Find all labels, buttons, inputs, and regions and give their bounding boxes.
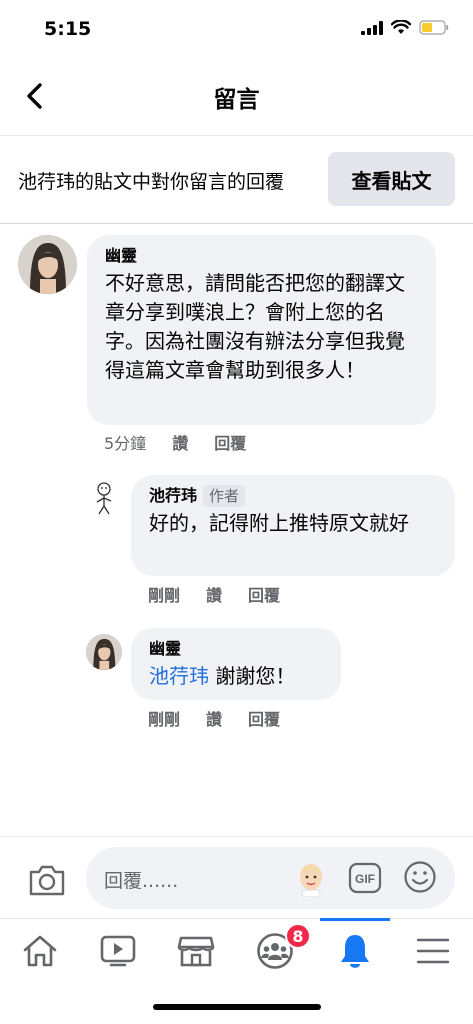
page-title: 留言 [213, 87, 260, 113]
reply-placeholder: 回覆...... [104, 870, 179, 892]
comment-author[interactable]: 池荇玮 [149, 486, 197, 505]
status-time: 5:15 [44, 18, 92, 40]
mention-link[interactable]: 池荇玮 [149, 664, 209, 688]
comment-text-row: 池荇玮 謝謝您！ [149, 662, 325, 691]
svg-text:GIF: GIF [355, 872, 375, 886]
comment-bubble[interactable]: 池荇玮 作者 好的，記得附上推特原文就好 [131, 475, 455, 576]
like-button[interactable]: 讚 [172, 430, 188, 454]
reply-bar: 回覆...... GIF [0, 836, 473, 918]
avatar-sticker-icon[interactable] [294, 859, 328, 898]
tab-home[interactable] [1, 919, 79, 983]
tab-notifications[interactable] [316, 919, 394, 983]
post-context-bar: 池荇玮的貼文中對你留言的回覆 查看貼文 [0, 136, 473, 224]
comment-text: 不好意思，請問能否把您的翻譯文章分享到噗浪上？會附上您的名字。因為社團沒有辦法分… [105, 271, 405, 382]
store-icon [177, 936, 215, 967]
tab-marketplace[interactable] [157, 919, 235, 983]
reply-button[interactable]: 回覆 [248, 706, 280, 730]
home-indicator [153, 1004, 321, 1010]
like-button[interactable]: 讚 [206, 582, 222, 606]
comment-author[interactable]: 幽靈 [105, 245, 420, 267]
wifi-icon [391, 20, 411, 34]
gif-icon[interactable]: GIF [348, 861, 382, 895]
emoji-icon[interactable] [403, 860, 437, 894]
tab-menu[interactable] [394, 919, 472, 983]
header: 留言 [0, 58, 473, 136]
status-icons [361, 20, 449, 35]
comment-text: 好的，記得附上推特原文就好 [149, 511, 409, 535]
bottom-tab-bar: 8 [0, 918, 473, 988]
status-bar: 5:15 [0, 0, 473, 58]
avatar[interactable] [18, 235, 77, 294]
menu-icon [416, 938, 450, 964]
home-icon [23, 935, 57, 967]
reply-button[interactable]: 回覆 [248, 582, 280, 606]
battery-icon [419, 20, 449, 35]
reply-button[interactable]: 回覆 [214, 430, 246, 454]
comment-bubble[interactable]: 幽靈 池荇玮 謝謝您！ [131, 628, 341, 700]
comment-bubble[interactable]: 幽靈 不好意思，請問能否把您的翻譯文章分享到噗浪上？會附上您的名字。因為社團沒有… [87, 235, 436, 425]
comment-author[interactable]: 幽靈 [149, 638, 325, 660]
author-badge: 作者 [203, 485, 246, 507]
bell-icon [341, 935, 369, 968]
reply-input[interactable]: 回覆...... GIF [86, 847, 455, 909]
camera-button[interactable] [28, 863, 66, 897]
avatar[interactable] [86, 480, 122, 516]
camera-icon [29, 865, 65, 896]
post-context-text: 池荇玮的貼文中對你留言的回覆 [18, 171, 285, 193]
view-post-button[interactable]: 查看貼文 [328, 152, 455, 206]
video-icon [100, 935, 136, 967]
tab-watch[interactable] [79, 919, 157, 983]
comment-text: 謝謝您！ [209, 664, 296, 688]
signal-icon [361, 20, 383, 35]
comment-time: 剛剛 [148, 710, 181, 729]
like-button[interactable]: 讚 [206, 706, 222, 730]
avatar[interactable] [86, 634, 122, 670]
comment-time: 5分鐘 [104, 434, 147, 453]
comment-actions: 5分鐘 讚 回覆 [104, 430, 246, 454]
groups-notification-badge: 8 [285, 923, 311, 949]
comment-author-row: 池荇玮 作者 [149, 485, 439, 507]
comment-time: 剛剛 [148, 586, 181, 605]
comment-actions: 剛剛 讚 回覆 [148, 706, 280, 730]
comment-actions: 剛剛 讚 回覆 [148, 582, 280, 606]
